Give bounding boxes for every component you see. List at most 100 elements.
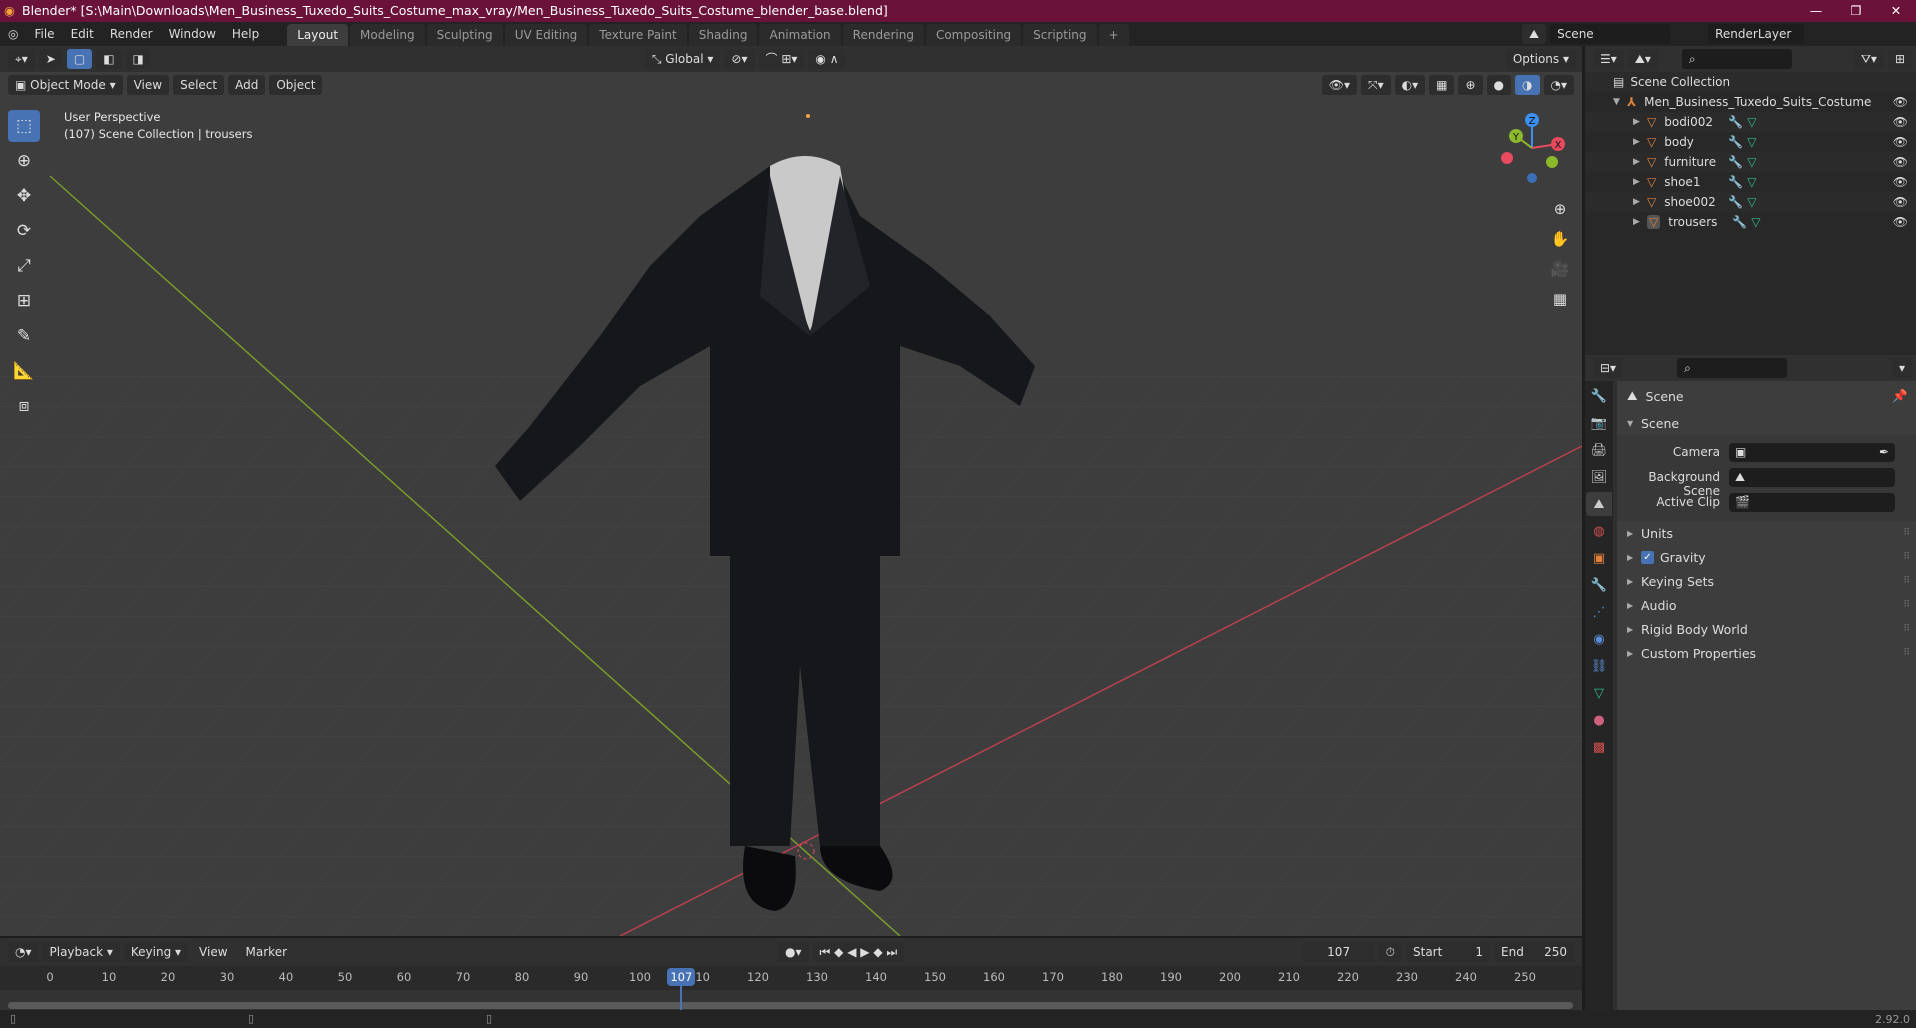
visibility-eye-icon[interactable]: 👁 — [1893, 135, 1908, 149]
drag-handle-icon[interactable]: ⠿ — [1903, 624, 1910, 634]
shading-material[interactable]: ◑ — [1515, 75, 1540, 95]
cursor-tool-icon[interactable]: ⊕ — [8, 145, 40, 177]
close-button[interactable]: ✕ — [1876, 0, 1916, 22]
keying-menu[interactable]: Keying ▾ — [123, 942, 189, 962]
particles-tab-icon[interactable]: ⋰ — [1586, 600, 1612, 624]
panel-audio[interactable]: ▶ Audio ⠿ — [1617, 593, 1916, 617]
auto-key-toggle[interactable]: ●▾ — [778, 942, 809, 962]
material-tab-icon[interactable]: ● — [1586, 708, 1612, 732]
mesh-data-icon[interactable]: ▽ — [1751, 215, 1760, 229]
scene-tab-icon[interactable]: ⛰ — [1586, 492, 1612, 516]
shading-rendered[interactable]: ◔▾ — [1543, 75, 1574, 95]
tab-scripting[interactable]: Scripting — [1023, 24, 1097, 46]
eyedropper-icon[interactable]: ✒ — [1879, 443, 1889, 462]
xray-toggle[interactable]: ▦ — [1429, 75, 1455, 95]
tool-tab-icon[interactable]: 🔧 — [1586, 384, 1612, 408]
outliner-search-input[interactable]: ⌕ — [1681, 49, 1792, 69]
view-layer-field[interactable]: RenderLayer — [1708, 24, 1805, 44]
3d-viewport[interactable]: ⌖▾ ➤ ▢ ◧ ◨ ⤡ Global ▾ ⊘▾ ⌒ ⊞▾ ◉ ∧ Option… — [0, 46, 1582, 936]
snap-toggle[interactable]: ⌒ ⊞▾ — [758, 49, 805, 69]
world-tab-icon[interactable]: ◍ — [1586, 519, 1612, 543]
drag-handle-icon[interactable]: ⠿ — [1903, 648, 1910, 658]
visibility-eye-icon[interactable]: 👁 — [1893, 115, 1908, 129]
expand-arrow-icon[interactable]: ▶ — [1633, 217, 1647, 227]
outliner-object-row[interactable]: ▶ ▽ bodi002 🔧 ▽ 👁 — [1585, 112, 1916, 132]
pin-icon[interactable]: 📌 — [1892, 388, 1908, 404]
rotate-tool-icon[interactable]: ⟳ — [8, 215, 40, 247]
tab-layout[interactable]: Layout — [287, 24, 349, 46]
expand-arrow-icon[interactable]: ▶ — [1633, 197, 1647, 207]
collection-row[interactable]: ▼ ⅄ Men_Business_Tuxedo_Suits_Costume 👁 — [1585, 92, 1916, 112]
modifier-wrench-icon[interactable]: 🔧 — [1728, 195, 1743, 209]
select-box-tool-icon[interactable]: ⬚ — [8, 110, 40, 142]
marker-menu[interactable]: Marker — [239, 942, 294, 962]
expand-arrow-icon[interactable]: ▶ — [1633, 177, 1647, 187]
playback-menu[interactable]: Playback ▾ — [42, 942, 120, 962]
navigation-gizmo[interactable]: Z X Y — [1490, 108, 1570, 188]
tab-compositing[interactable]: Compositing — [925, 24, 1022, 46]
end-frame-field[interactable]: End 250 — [1494, 942, 1574, 962]
horizontal-scrollbar[interactable] — [8, 1002, 1573, 1009]
expand-arrow-icon[interactable]: ▶ — [1633, 117, 1647, 127]
overlay-toggle[interactable]: ◐▾ — [1394, 75, 1426, 95]
menu-object[interactable]: Object — [269, 75, 323, 95]
expand-arrow-icon[interactable]: ▶ — [1633, 137, 1647, 147]
properties-search-input[interactable]: ⌕ — [1677, 358, 1788, 378]
jump-start-icon[interactable]: ⏮ — [820, 945, 831, 959]
options-dropdown[interactable]: Options ▾ — [1505, 49, 1576, 69]
ortho-grid-icon[interactable]: ▦ — [1548, 284, 1572, 314]
mesh-data-icon[interactable]: ▽ — [1747, 115, 1756, 129]
panel-gravity[interactable]: ▶ ✓ Gravity ⠿ — [1617, 545, 1916, 569]
drag-handle-icon[interactable]: ⠿ — [1903, 528, 1910, 538]
tab-animation[interactable]: Animation — [759, 24, 841, 46]
render-tab-icon[interactable]: 📷 — [1586, 411, 1612, 435]
annotate-tool-icon[interactable]: ✎ — [8, 320, 40, 352]
modifier-wrench-icon[interactable]: 🔧 — [1728, 155, 1743, 169]
tab-texture-paint[interactable]: Texture Paint — [589, 24, 687, 46]
modifier-tab-icon[interactable]: 🔧 — [1586, 573, 1612, 597]
frame-ruler[interactable]: 0 10 20 30 40 50 60 70 80 90 100 110 120 130 140 150 160… — [0, 966, 1582, 1010]
scene-icon[interactable]: ⛰ — [1522, 24, 1547, 44]
properties-editor-type[interactable]: ⊟▾ — [1593, 358, 1624, 378]
modifier-wrench-icon[interactable]: 🔧 — [1732, 215, 1747, 229]
transform-orientation-dropdown[interactable]: ⤡ Global ▾ — [644, 49, 721, 69]
pan-hand-icon[interactable]: ✋ — [1548, 224, 1572, 254]
menu-view[interactable]: View — [126, 75, 170, 95]
modifier-wrench-icon[interactable]: 🔧 — [1728, 175, 1743, 189]
expand-arrow-icon[interactable]: ▶ — [1633, 157, 1647, 167]
move-tool-icon[interactable]: ✥ — [8, 180, 40, 212]
mesh-data-icon[interactable]: ▽ — [1747, 135, 1756, 149]
add-cube-tool-icon[interactable]: ⧈ — [8, 390, 40, 422]
zoom-icon[interactable]: ⊕ — [1548, 194, 1572, 224]
timeline-view-menu[interactable]: View — [192, 942, 234, 962]
select-mode-extend[interactable]: ◧ — [96, 49, 122, 69]
menu-add[interactable]: Add — [228, 75, 266, 95]
measure-tool-icon[interactable]: 📐 — [8, 355, 40, 387]
menu-render[interactable]: Render — [102, 27, 161, 41]
scene-name-field[interactable]: Scene — [1550, 24, 1671, 44]
modifier-wrench-icon[interactable]: 🔧 — [1728, 135, 1743, 149]
texture-tab-icon[interactable]: ▩ — [1586, 735, 1612, 759]
start-frame-field[interactable]: Start 1 — [1406, 942, 1490, 962]
constraints-tab-icon[interactable]: ⛓ — [1586, 654, 1612, 678]
menu-edit[interactable]: Edit — [63, 27, 102, 41]
mesh-data-icon[interactable]: ▽ — [1747, 155, 1756, 169]
visibility-eye-icon[interactable]: 👁 — [1893, 215, 1908, 229]
background-scene-field[interactable]: ⛰ — [1729, 468, 1895, 487]
tab-modeling[interactable]: Modeling — [350, 24, 425, 46]
mesh-data-icon[interactable]: ▽ — [1747, 195, 1756, 209]
panel-units[interactable]: ▶ Units ⠿ — [1617, 521, 1916, 545]
menu-select[interactable]: Select — [173, 75, 225, 95]
outliner-object-row[interactable]: ▶ ▽ trousers 🔧 ▽ 👁 — [1585, 212, 1916, 232]
drag-handle-icon[interactable]: ⠿ — [1903, 576, 1910, 586]
timeline-editor-type[interactable]: ◔▾ — [8, 942, 39, 962]
modifier-wrench-icon[interactable]: 🔧 — [1728, 115, 1743, 129]
menu-window[interactable]: Window — [161, 27, 224, 41]
active-clip-field[interactable]: 🎬 — [1729, 493, 1895, 512]
proportional-edit-toggle[interactable]: ◉ ∧ — [808, 49, 846, 69]
drag-handle-icon[interactable]: ⠿ — [1903, 600, 1910, 610]
gizmo-toggle[interactable]: ⤧▾ — [1361, 75, 1391, 95]
jump-end-icon[interactable]: ⏭ — [886, 945, 897, 959]
panel-rigid-body-world[interactable]: ▶ Rigid Body World ⠿ — [1617, 617, 1916, 641]
object-tab-icon[interactable]: ▣ — [1586, 546, 1612, 570]
